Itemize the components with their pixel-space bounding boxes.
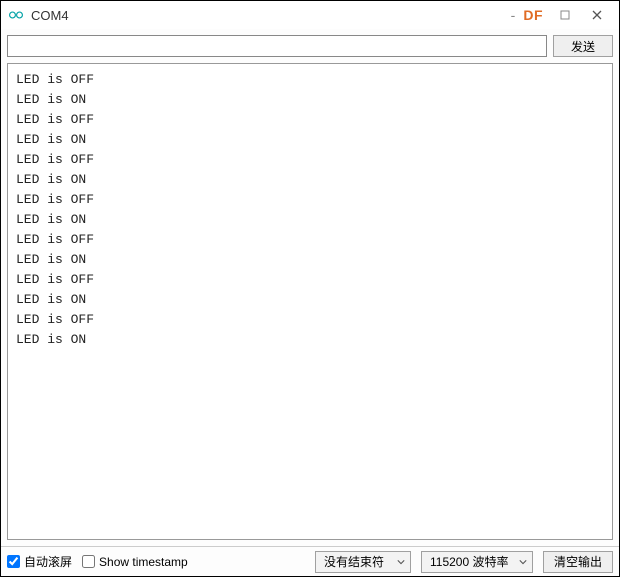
baud-rate-select[interactable]: 115200 波特率 bbox=[421, 551, 533, 573]
maximize-button[interactable] bbox=[549, 3, 581, 27]
serial-input[interactable] bbox=[7, 35, 547, 57]
timestamp-checkbox[interactable]: Show timestamp bbox=[82, 555, 188, 569]
autoscroll-input[interactable] bbox=[7, 555, 20, 568]
send-button[interactable]: 发送 bbox=[553, 35, 613, 57]
footer: 自动滚屏 Show timestamp 没有结束符 115200 波特率 清空输… bbox=[1, 546, 619, 576]
autoscroll-checkbox[interactable]: 自动滚屏 bbox=[7, 553, 72, 570]
window-title: COM4 bbox=[31, 8, 69, 23]
line-ending-select[interactable]: 没有结束符 bbox=[315, 551, 411, 573]
serial-monitor-window: COM4 - DF 发送 LED is OFF LED is ON LED is… bbox=[0, 0, 620, 577]
line-ending-select-wrap: 没有结束符 bbox=[315, 551, 411, 573]
arduino-icon bbox=[9, 8, 23, 22]
timestamp-label: Show timestamp bbox=[99, 555, 188, 569]
minimize-dash: - bbox=[511, 7, 516, 23]
console-output[interactable]: LED is OFF LED is ON LED is OFF LED is O… bbox=[8, 64, 612, 539]
window-controls bbox=[549, 3, 613, 27]
brand-logo: DF bbox=[523, 7, 543, 23]
autoscroll-label: 自动滚屏 bbox=[24, 553, 72, 570]
baud-select-wrap: 115200 波特率 bbox=[421, 551, 533, 573]
timestamp-input[interactable] bbox=[82, 555, 95, 568]
input-row: 发送 bbox=[1, 29, 619, 63]
console-area: LED is OFF LED is ON LED is OFF LED is O… bbox=[7, 63, 613, 540]
clear-output-button[interactable]: 清空输出 bbox=[543, 551, 613, 573]
close-button[interactable] bbox=[581, 3, 613, 27]
titlebar: COM4 - DF bbox=[1, 1, 619, 29]
